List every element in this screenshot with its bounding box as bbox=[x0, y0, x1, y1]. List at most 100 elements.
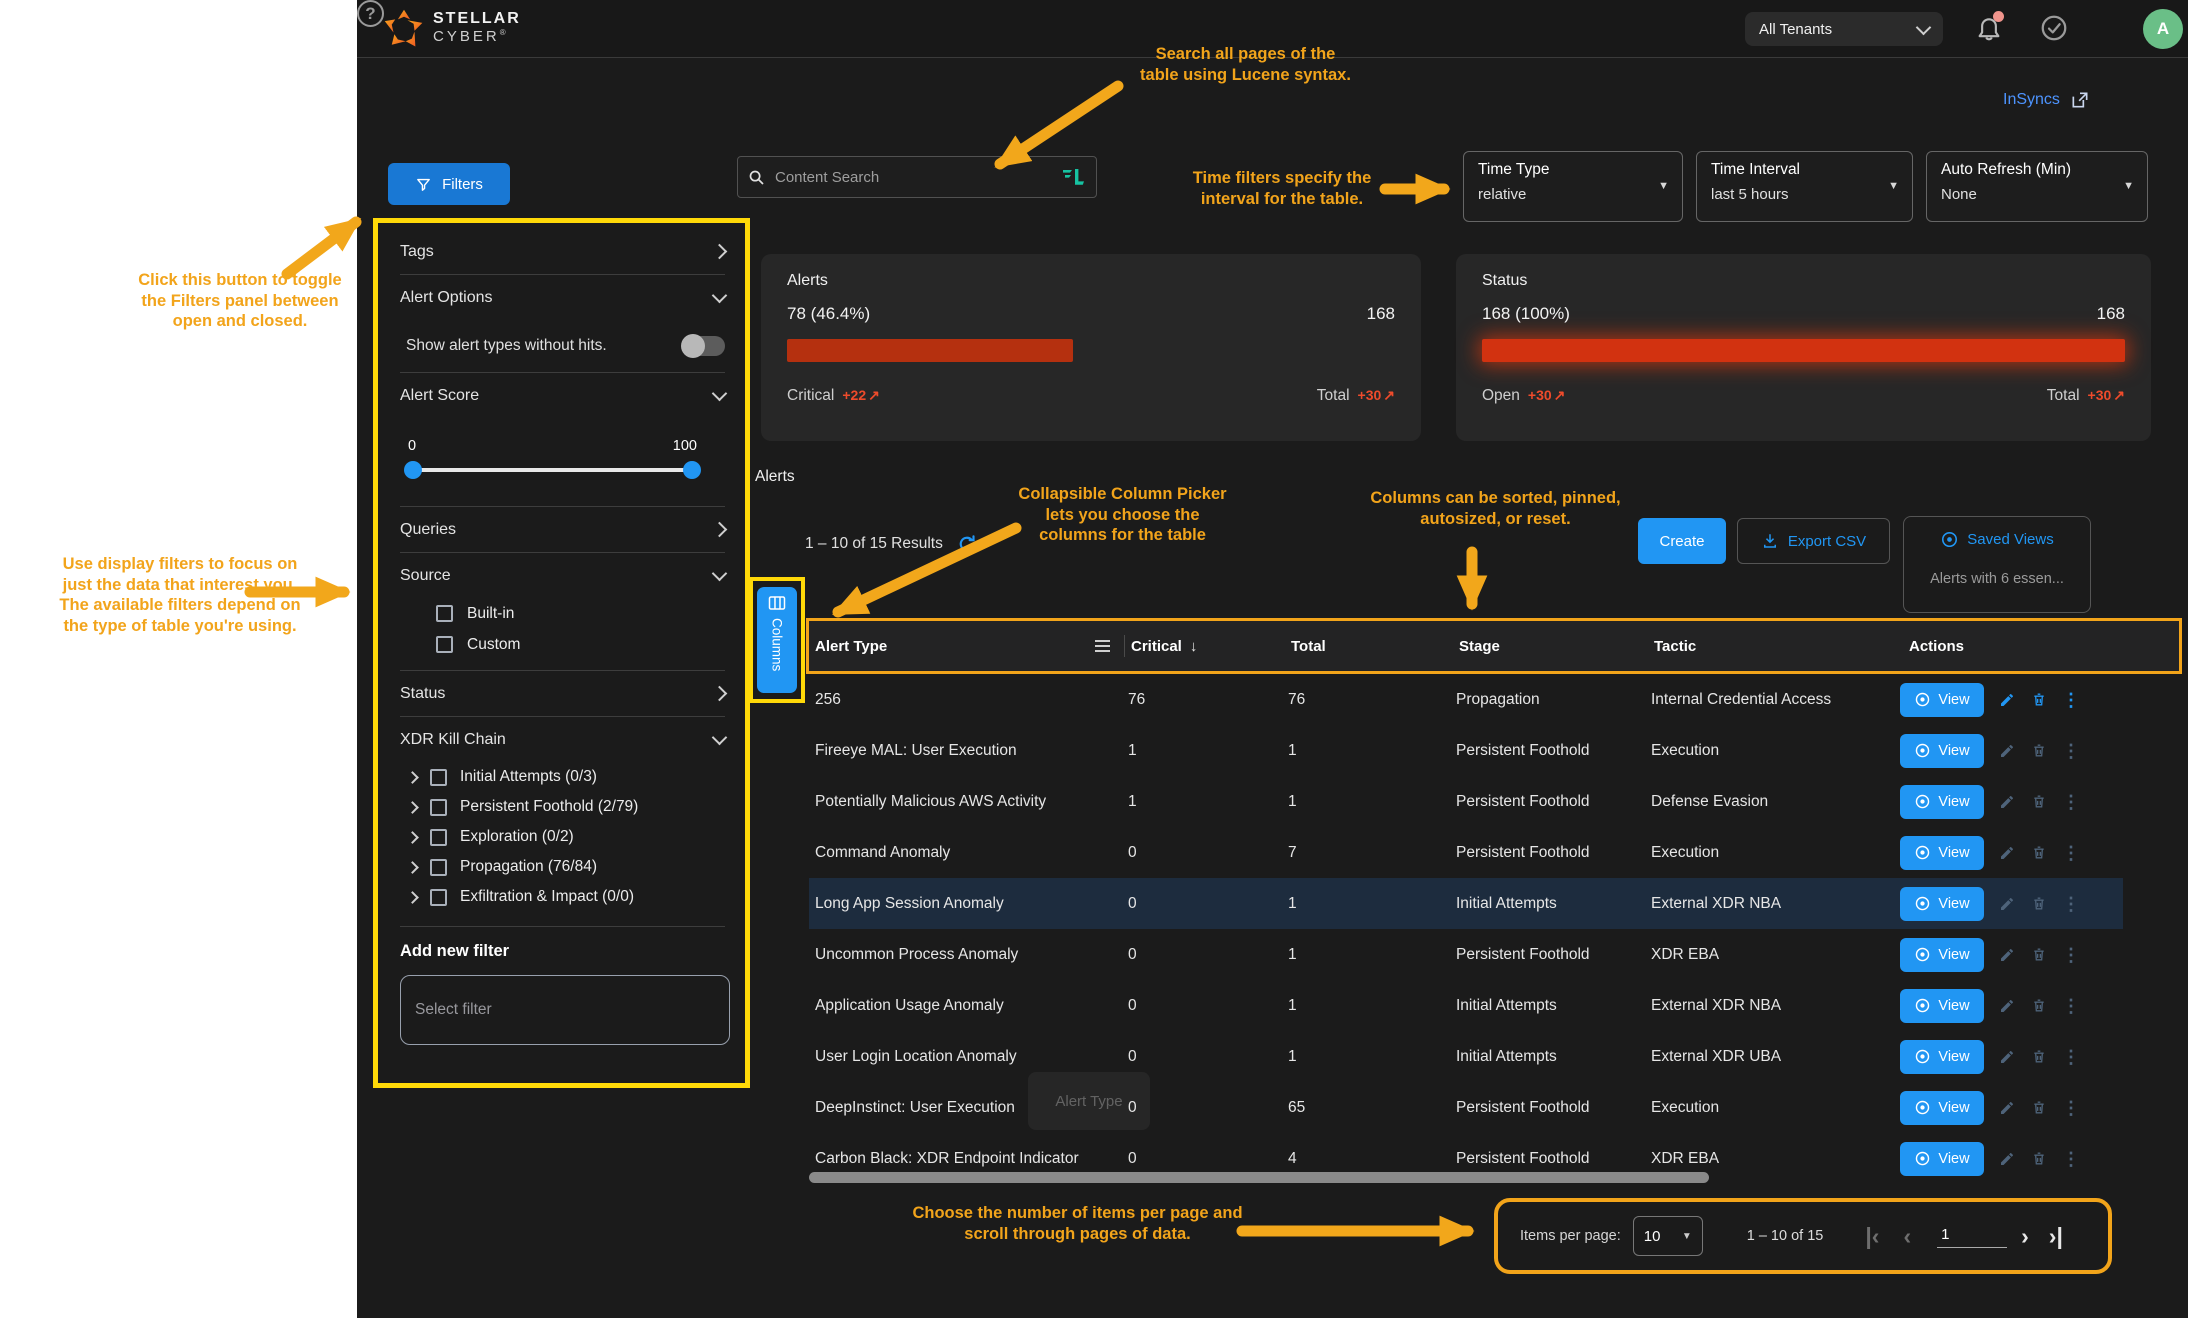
delete-trash-icon[interactable] bbox=[2030, 1048, 2048, 1066]
filter-section-alert-options[interactable]: Alert Options bbox=[400, 275, 725, 320]
view-button[interactable]: View bbox=[1900, 836, 1984, 870]
expand-chevron-icon[interactable] bbox=[406, 831, 419, 844]
edit-pencil-icon[interactable] bbox=[1998, 895, 2016, 913]
table-row[interactable]: Long App Session Anomaly01Initial Attemp… bbox=[809, 878, 2123, 929]
checkbox[interactable] bbox=[436, 605, 453, 622]
checkbox[interactable] bbox=[430, 769, 447, 786]
page-number-input[interactable]: 1 bbox=[1937, 1224, 2007, 1248]
column-menu-icon[interactable] bbox=[1095, 640, 1110, 652]
view-button[interactable]: View bbox=[1900, 887, 1984, 921]
edit-pencil-icon[interactable] bbox=[1998, 997, 2016, 1015]
last-page-button[interactable]: ›| bbox=[2049, 1225, 2063, 1248]
prev-page-button[interactable]: ‹ bbox=[1903, 1225, 1911, 1248]
expand-chevron-icon[interactable] bbox=[406, 861, 419, 874]
show-alert-types-toggle[interactable] bbox=[683, 336, 725, 356]
checkbox[interactable] bbox=[436, 636, 453, 653]
delete-trash-icon[interactable] bbox=[2030, 946, 2048, 964]
edit-pencil-icon[interactable] bbox=[1998, 946, 2016, 964]
table-row[interactable]: Potentially Malicious AWS Activity11Pers… bbox=[809, 776, 2123, 827]
select-filter-input[interactable] bbox=[400, 975, 730, 1045]
kill-chain-item[interactable]: Persistent Foothold (2/79) bbox=[400, 792, 725, 822]
export-csv-button[interactable]: Export CSV bbox=[1737, 518, 1890, 564]
table-row[interactable]: Application Usage Anomaly01Initial Attem… bbox=[809, 980, 2123, 1031]
more-actions-kebab-icon[interactable]: ⋮ bbox=[2062, 1099, 2080, 1117]
kill-chain-item[interactable]: Exfiltration & Impact (0/0) bbox=[400, 882, 725, 912]
delete-trash-icon[interactable] bbox=[2030, 1099, 2048, 1117]
delete-trash-icon[interactable] bbox=[2030, 895, 2048, 913]
more-actions-kebab-icon[interactable]: ⋮ bbox=[2062, 742, 2080, 760]
refresh-icon[interactable] bbox=[957, 534, 977, 554]
auto-refresh-select[interactable]: Auto Refresh (Min) None ▼ bbox=[1926, 151, 2148, 222]
column-header-total[interactable]: Total bbox=[1285, 638, 1453, 655]
checkbox[interactable] bbox=[430, 889, 447, 906]
edit-pencil-icon[interactable] bbox=[1998, 1099, 2016, 1117]
table-row[interactable]: Command Anomaly07Persistent FootholdExec… bbox=[809, 827, 2123, 878]
table-row[interactable]: DeepInstinct: User Execution065Persisten… bbox=[809, 1082, 2123, 1133]
slider-handle-max[interactable] bbox=[683, 461, 701, 479]
lucene-syntax-icon[interactable] bbox=[1062, 167, 1086, 187]
horizontal-scrollbar[interactable] bbox=[809, 1172, 1709, 1183]
kill-chain-item[interactable]: Exploration (0/2) bbox=[400, 822, 725, 852]
view-button[interactable]: View bbox=[1900, 734, 1984, 768]
items-per-page-select[interactable]: 10 ▼ bbox=[1633, 1216, 1703, 1256]
view-button[interactable]: View bbox=[1900, 1091, 1984, 1125]
tenant-selector[interactable]: All Tenants bbox=[1745, 12, 1943, 46]
notifications-bell-icon[interactable] bbox=[1974, 13, 2004, 43]
table-row[interactable]: Fireeye MAL: User Execution11Persistent … bbox=[809, 725, 2123, 776]
expand-chevron-icon[interactable] bbox=[406, 891, 419, 904]
delete-trash-icon[interactable] bbox=[2030, 1150, 2048, 1168]
edit-pencil-icon[interactable] bbox=[1998, 742, 2016, 760]
column-picker-button[interactable]: Columns bbox=[757, 587, 797, 693]
tasks-check-icon[interactable] bbox=[2039, 13, 2069, 43]
more-actions-kebab-icon[interactable]: ⋮ bbox=[2062, 1048, 2080, 1066]
delete-trash-icon[interactable] bbox=[2030, 997, 2048, 1015]
search-input[interactable] bbox=[773, 168, 1054, 187]
avatar[interactable]: A bbox=[2143, 9, 2183, 49]
sort-desc-icon[interactable]: ↓ bbox=[1190, 638, 1198, 655]
expand-chevron-icon[interactable] bbox=[406, 771, 419, 784]
slider-handle-min[interactable] bbox=[404, 461, 422, 479]
column-header-stage[interactable]: Stage bbox=[1453, 638, 1648, 655]
edit-pencil-icon[interactable] bbox=[1998, 1150, 2016, 1168]
view-button[interactable]: View bbox=[1900, 1142, 1984, 1176]
help-icon[interactable]: ? bbox=[357, 0, 384, 27]
more-actions-kebab-icon[interactable]: ⋮ bbox=[2062, 997, 2080, 1015]
delete-trash-icon[interactable] bbox=[2030, 742, 2048, 760]
filters-toggle-button[interactable]: Filters bbox=[388, 163, 510, 205]
edit-pencil-icon[interactable] bbox=[1998, 691, 2016, 709]
delete-trash-icon[interactable] bbox=[2030, 793, 2048, 811]
view-button[interactable]: View bbox=[1900, 938, 1984, 972]
filter-section-alert-score[interactable]: Alert Score bbox=[400, 373, 725, 418]
table-row[interactable]: User Login Location Anomaly01Initial Att… bbox=[809, 1031, 2123, 1082]
first-page-button[interactable]: |‹ bbox=[1865, 1225, 1879, 1248]
column-header-critical[interactable]: Critical ↓ bbox=[1125, 638, 1285, 655]
more-actions-kebab-icon[interactable]: ⋮ bbox=[2062, 1150, 2080, 1168]
checkbox[interactable] bbox=[430, 829, 447, 846]
expand-chevron-icon[interactable] bbox=[406, 801, 419, 814]
view-button[interactable]: View bbox=[1900, 683, 1984, 717]
view-button[interactable]: View bbox=[1900, 989, 1984, 1023]
filter-section-tags[interactable]: Tags bbox=[400, 229, 725, 274]
source-option-custom[interactable]: Custom bbox=[400, 629, 725, 660]
edit-pencil-icon[interactable] bbox=[1998, 1048, 2016, 1066]
delete-trash-icon[interactable] bbox=[2030, 691, 2048, 709]
more-actions-kebab-icon[interactable]: ⋮ bbox=[2062, 946, 2080, 964]
saved-views[interactable]: Saved Views Alerts with 6 essen... bbox=[1903, 516, 2091, 613]
delete-trash-icon[interactable] bbox=[2030, 844, 2048, 862]
slider-track[interactable] bbox=[410, 468, 695, 472]
source-option-built-in[interactable]: Built-in bbox=[400, 598, 725, 629]
filter-section-kill-chain[interactable]: XDR Kill Chain bbox=[400, 717, 725, 762]
filter-section-queries[interactable]: Queries bbox=[400, 507, 725, 552]
create-button[interactable]: Create bbox=[1638, 518, 1726, 564]
view-button[interactable]: View bbox=[1900, 785, 1984, 819]
more-actions-kebab-icon[interactable]: ⋮ bbox=[2062, 844, 2080, 862]
checkbox[interactable] bbox=[430, 799, 447, 816]
kill-chain-item[interactable]: Initial Attempts (0/3) bbox=[400, 762, 725, 792]
more-actions-kebab-icon[interactable]: ⋮ bbox=[2062, 793, 2080, 811]
checkbox[interactable] bbox=[430, 859, 447, 876]
table-row[interactable]: Uncommon Process Anomaly01Persistent Foo… bbox=[809, 929, 2123, 980]
kill-chain-item[interactable]: Propagation (76/84) bbox=[400, 852, 725, 882]
edit-pencil-icon[interactable] bbox=[1998, 793, 2016, 811]
more-actions-kebab-icon[interactable]: ⋮ bbox=[2062, 691, 2080, 709]
view-button[interactable]: View bbox=[1900, 1040, 1984, 1074]
